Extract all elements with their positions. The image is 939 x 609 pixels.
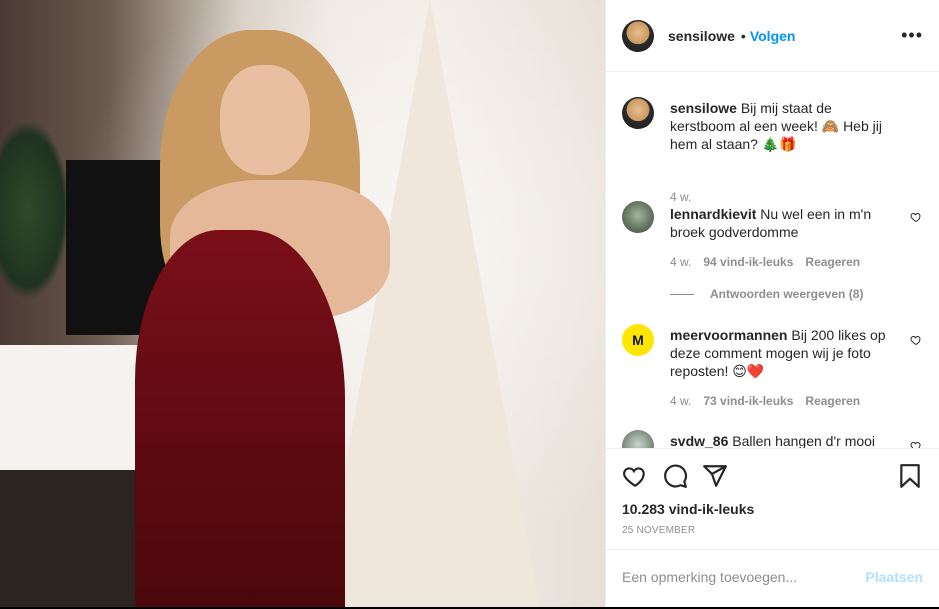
comment-text-block: lennardkievit Nu wel een in m'n broek go… [670, 205, 896, 241]
image-plant [0, 120, 70, 300]
comment-meta: 4 w. 94 vind-ik-leuks Reageren [670, 255, 860, 269]
heart-icon[interactable] [622, 463, 648, 489]
comment-like-heart-icon[interactable] [910, 334, 922, 346]
comment-username[interactable]: svdw_86 [670, 433, 728, 448]
comment-icon[interactable] [662, 463, 688, 489]
view-replies-label[interactable]: Antwoorden weergeven (8) [710, 287, 863, 301]
reply-button[interactable]: Reageren [805, 255, 860, 269]
comment-row: M meervoormannen Bij 200 likes op deze c… [622, 324, 922, 414]
post-comment-button[interactable]: Plaatsen [865, 569, 923, 585]
comment-username[interactable]: lennardkievit [670, 206, 756, 222]
comment-text-block: svdw_86 Ballen hangen d'r mooi [670, 432, 896, 448]
caption-row: sensilowe Bij mij staat de kerstboom al … [622, 97, 922, 204]
post-image[interactable] [0, 0, 605, 607]
image-red-dress [135, 230, 345, 607]
view-replies-button[interactable]: Antwoorden weergeven (8) [670, 287, 863, 301]
comment-input[interactable]: Een opmerking toevoegen... [622, 569, 797, 585]
author-username[interactable]: sensilowe [668, 28, 735, 44]
post-sidebar: sensilowe • Volgen ••• sensilowe Bij mij… [605, 0, 939, 607]
caption-text-block: sensilowe Bij mij staat de kerstboom al … [670, 99, 896, 153]
reply-button[interactable]: Reageren [805, 394, 860, 408]
comment-like-heart-icon[interactable] [910, 211, 922, 223]
more-options-icon[interactable]: ••• [901, 26, 923, 44]
comment-likes[interactable]: 73 vind-ik-leuks [703, 394, 793, 408]
comment-text: Ballen hangen d'r mooi [732, 433, 876, 448]
comment-row: svdw_86 Ballen hangen d'r mooi [622, 430, 922, 448]
commenter-avatar[interactable]: M [622, 324, 654, 356]
comment-like-heart-icon[interactable] [910, 440, 922, 448]
bookmark-icon[interactable] [897, 463, 923, 489]
add-comment-bar: Een opmerking toevoegen... Plaatsen [606, 549, 939, 609]
author-avatar[interactable] [622, 19, 654, 52]
replies-divider-line [670, 293, 694, 295]
share-icon[interactable] [702, 463, 728, 489]
post-date[interactable]: 25 NOVEMBER [622, 525, 695, 536]
likes-count[interactable]: 10.283 vind-ik-leuks [622, 501, 754, 517]
comment-time[interactable]: 4 w. [670, 394, 691, 408]
comment-likes[interactable]: 94 vind-ik-leuks [703, 255, 793, 269]
follow-button[interactable]: Volgen [750, 28, 796, 44]
caption-avatar[interactable] [622, 97, 654, 129]
comment-time[interactable]: 4 w. [670, 255, 691, 269]
caption-username[interactable]: sensilowe [670, 100, 737, 116]
commenter-avatar[interactable] [622, 201, 654, 233]
header-separator: • [740, 27, 746, 44]
commenter-avatar[interactable] [622, 430, 654, 448]
comment-meta: 4 w. 73 vind-ik-leuks Reageren [670, 394, 860, 408]
image-face [220, 65, 310, 175]
action-icons [622, 463, 923, 491]
comment-text-block: meervoormannen Bij 200 likes op deze com… [670, 326, 896, 380]
comment-row: lennardkievit Nu wel een in m'n broek go… [622, 201, 922, 271]
post-actions: 10.283 vind-ik-leuks 25 NOVEMBER Een opm… [606, 448, 939, 608]
post-header: sensilowe • Volgen ••• [606, 0, 939, 72]
comment-username[interactable]: meervoormannen [670, 327, 787, 343]
comments-list[interactable]: sensilowe Bij mij staat de kerstboom al … [606, 73, 939, 448]
